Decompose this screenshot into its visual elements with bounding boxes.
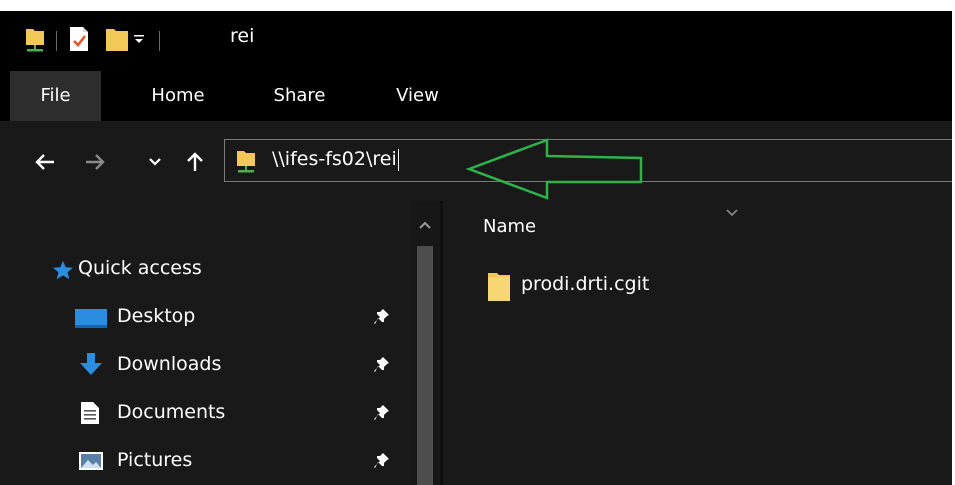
nav-item-pictures[interactable]: Pictures [0,438,405,484]
forward-button[interactable] [80,147,110,177]
properties-icon[interactable] [67,25,91,57]
pin-icon[interactable] [374,356,390,378]
pin-icon[interactable] [374,404,390,426]
up-button[interactable] [180,147,210,177]
text-caret [397,148,399,171]
sort-chevron-icon [725,203,739,222]
quick-access-toolbar [24,23,170,59]
nav-item-label: Quick access [78,257,202,279]
forward-arrow-icon [86,154,105,170]
nav-item-label: Documents [117,401,226,423]
back-button[interactable] [30,147,60,177]
tab-share[interactable]: Share [252,71,347,121]
star-icon [52,260,74,284]
file-name: prodi.drti.cgit [521,273,650,295]
ribbon-tabs: File Home Share View [0,71,955,121]
nav-item-label: Desktop [117,305,196,327]
file-item[interactable]: prodi.drti.cgit [483,269,783,307]
tab-view[interactable]: View [370,71,465,121]
window-title: rei [230,25,255,47]
nav-item-documents[interactable]: Documents [0,390,405,436]
tab-file[interactable]: File [10,71,101,121]
tab-home[interactable]: Home [128,71,228,121]
pin-icon[interactable] [374,308,390,330]
customize-toolbar-icon[interactable] [133,33,145,48]
network-drive-icon [24,25,46,57]
nav-item-label: Pictures [117,449,193,471]
nav-item-label: Downloads [117,353,222,375]
nav-pane-scrollbar[interactable] [410,201,440,485]
scrollbar-thumb[interactable] [417,246,433,485]
address-path: \\ifes-fs02\rei [272,148,397,170]
toolbar-separator [159,31,160,51]
nav-item-downloads[interactable]: Downloads [0,342,405,388]
column-header-name[interactable]: Name [483,216,536,237]
folder-icon [487,271,511,307]
chevron-down-icon [149,158,161,166]
file-explorer-window: rei File Home Share View \\ifes-fs02\rei… [0,11,955,485]
download-arrow-icon [78,352,104,382]
title-bar: rei [0,11,955,71]
file-list-pane: Name prodi.drti.cgit [443,201,955,485]
nav-item-quick-access[interactable]: Quick access [0,246,405,292]
address-input[interactable]: \\ifes-fs02\rei [272,148,399,171]
nav-item-desktop[interactable]: Desktop [0,294,405,340]
back-arrow-icon [35,154,54,170]
desktop-icon [74,308,108,334]
navigation-pane: Quick access Desktop Downloads Documents… [0,201,440,485]
up-arrow-icon [187,152,203,171]
annotation-arrow-icon [465,138,643,200]
toolbar-separator [56,31,57,51]
pin-icon[interactable] [374,452,390,474]
recent-locations-button[interactable] [140,147,170,177]
new-folder-icon[interactable] [105,25,129,57]
scroll-up-icon[interactable] [418,215,432,234]
pictures-icon [78,450,104,476]
network-drive-icon [235,148,257,178]
document-icon [80,401,100,429]
